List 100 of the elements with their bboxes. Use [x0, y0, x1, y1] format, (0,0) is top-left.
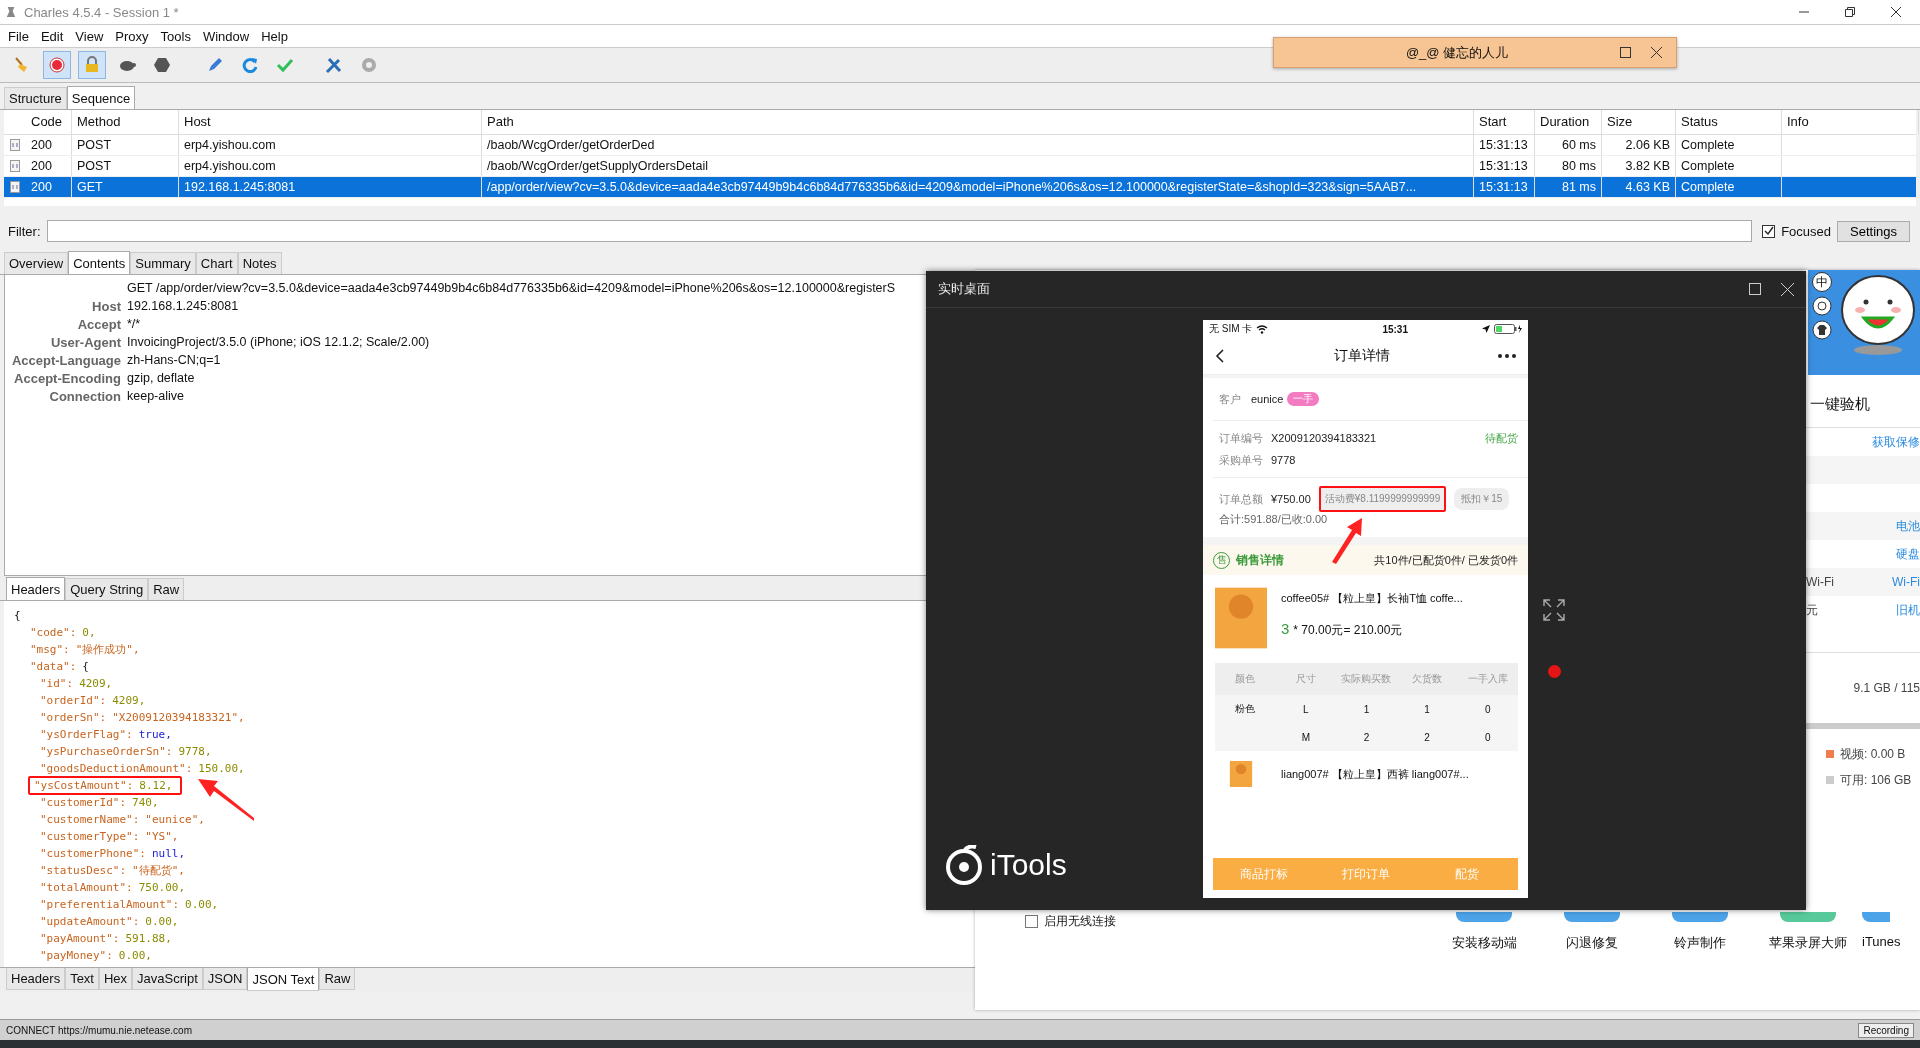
menu-item[interactable]: Tools: [156, 28, 199, 44]
column-header[interactable]: Status: [1676, 110, 1782, 134]
menu-item[interactable]: Edit: [36, 28, 72, 44]
tool-icon[interactable]: [1862, 912, 1890, 922]
field-label: 采购单号: [1219, 452, 1263, 468]
quantity: 3: [1281, 620, 1290, 637]
close-icon[interactable]: [1890, 6, 1902, 18]
menu-item[interactable]: Help: [257, 28, 296, 44]
more-icon[interactable]: [1498, 354, 1516, 358]
tool-icon[interactable]: [1672, 912, 1728, 922]
response-tab[interactable]: Text: [65, 968, 99, 990]
tool-label[interactable]: iTunes: [1862, 934, 1901, 949]
column-header[interactable]: Info: [1782, 110, 1919, 134]
table-cell: /baob/WcgOrder/getOrderDed: [482, 135, 1474, 155]
json-value: true,: [138, 727, 172, 743]
header-name: Accept: [77, 316, 121, 332]
restore-icon[interactable]: [1844, 6, 1856, 18]
table-cell: M: [1301, 731, 1311, 743]
tool-label[interactable]: 安装移动端: [1451, 934, 1517, 952]
response-tab[interactable]: JSON Text: [247, 968, 320, 991]
response-tab[interactable]: JSON: [202, 968, 248, 990]
product-name: coffee05# 【粒上皇】长袖T恤 coffe...: [1281, 591, 1463, 606]
column-header[interactable]: Duration: [1535, 110, 1602, 134]
view-tab[interactable]: Structure: [4, 87, 67, 109]
request-row[interactable]: [4, 177, 1916, 198]
detail-tab[interactable]: Chart: [195, 252, 238, 274]
request-tab[interactable]: Headers: [6, 577, 66, 600]
column-header[interactable]: Method: [72, 110, 179, 134]
arrow-icon: [1330, 516, 1364, 564]
shirt-icon[interactable]: [1812, 320, 1832, 340]
menu-item[interactable]: View: [71, 28, 112, 44]
table-cell: 80 ms: [1535, 156, 1602, 176]
tool-label[interactable]: 铃声制作: [1674, 934, 1726, 952]
view-tab[interactable]: Sequence: [66, 86, 136, 109]
product-photo-placeholder: [1215, 585, 1267, 651]
header-value: InvoicingProject/3.5.0 (iPhone; iOS 12.1.2; Scale/2.00): [127, 335, 430, 349]
menu-item[interactable]: File: [4, 28, 37, 44]
tool-label[interactable]: 苹果录屏大师: [1769, 934, 1847, 952]
filter-field[interactable]: [46, 220, 1753, 242]
menu-item[interactable]: Window: [198, 28, 258, 44]
focused-checkbox[interactable]: [1762, 224, 1776, 238]
detail-tab[interactable]: Summary: [130, 252, 196, 274]
fullscreen-icon[interactable]: [1543, 599, 1565, 621]
request-tab[interactable]: Raw: [148, 578, 185, 600]
header-name: Accept-Language: [11, 352, 121, 368]
table-cell: 1: [1424, 703, 1430, 715]
json-key: "payMoney":: [40, 947, 113, 964]
back-icon[interactable]: [1215, 349, 1225, 363]
response-tab[interactable]: Raw: [319, 968, 356, 990]
json-key: "customerPhone":: [40, 845, 146, 862]
detail-tab[interactable]: Notes: [237, 252, 282, 274]
table-cell: L: [1303, 703, 1309, 715]
json-key: "orderSn":: [40, 709, 107, 726]
table-cell: GET: [72, 177, 179, 197]
menu-item[interactable]: Proxy: [111, 28, 157, 44]
json-value: 740,: [132, 795, 159, 811]
detail-tab[interactable]: Contents: [68, 251, 131, 274]
tool-icon[interactable]: [1564, 912, 1620, 922]
maximize-icon[interactable]: [1620, 47, 1631, 58]
info-link[interactable]: 旧机: [1896, 601, 1920, 619]
column-header: 尺寸: [1294, 672, 1317, 686]
json-file-icon: [10, 160, 20, 172]
settings-button[interactable]: Settings: [1837, 220, 1910, 242]
response-tab[interactable]: Hex: [99, 968, 133, 990]
mirror-window-title: 实时桌面: [938, 280, 990, 298]
json-key: "ysCostAmount":: [34, 777, 134, 794]
json-key: "updateAmount":: [40, 913, 140, 930]
table-cell: 粉色: [1235, 703, 1256, 714]
json-key: "ysPurchaseOrderSn":: [40, 743, 173, 760]
refresh-icon: [240, 55, 260, 75]
column-header[interactable]: Path: [482, 110, 1474, 134]
toolbar-button[interactable]: [43, 51, 71, 79]
column-header[interactable]: Code: [26, 110, 72, 134]
table-cell: Complete: [1676, 177, 1782, 197]
json-value: 0,: [82, 625, 96, 641]
page-title: 订单详情: [1332, 347, 1391, 365]
field-label: 订单总额: [1219, 491, 1263, 507]
request-tab[interactable]: Query String: [65, 578, 149, 600]
column-header[interactable]: Start: [1474, 110, 1535, 134]
info-link[interactable]: 获取保修: [1872, 433, 1920, 451]
column-header[interactable]: Host: [179, 110, 482, 134]
column-header[interactable]: Size: [1602, 110, 1676, 134]
request-row[interactable]: 200 POST erp4.yishou.com /baob/WcgOrder/getOrderDed 15:31:13 60 ms 2.06 KB Complete: [4, 135, 1916, 156]
info-link[interactable]: 硬盘: [1896, 545, 1920, 563]
wireless-checkbox[interactable]: [1025, 915, 1038, 928]
json-key: "ysOrderFlag":: [40, 726, 133, 743]
toolbar-button[interactable]: [78, 51, 106, 79]
table-cell: 60 ms: [1535, 135, 1602, 155]
field-label: 客户: [1219, 391, 1241, 407]
table-cell: 0: [1484, 731, 1491, 743]
json-key: "code":: [30, 624, 77, 641]
ime-button[interactable]: 中: [1812, 272, 1832, 292]
json-file-icon: [10, 181, 20, 193]
tool-icon[interactable]: [1456, 912, 1512, 922]
response-tab[interactable]: JavaScript: [132, 968, 203, 990]
response-tab[interactable]: Headers: [6, 968, 66, 990]
tool-icon[interactable]: [1780, 912, 1836, 922]
close-icon[interactable]: [1651, 47, 1662, 58]
detail-tab[interactable]: Overview: [4, 252, 69, 274]
tool-label[interactable]: 闪退修复: [1566, 934, 1618, 952]
